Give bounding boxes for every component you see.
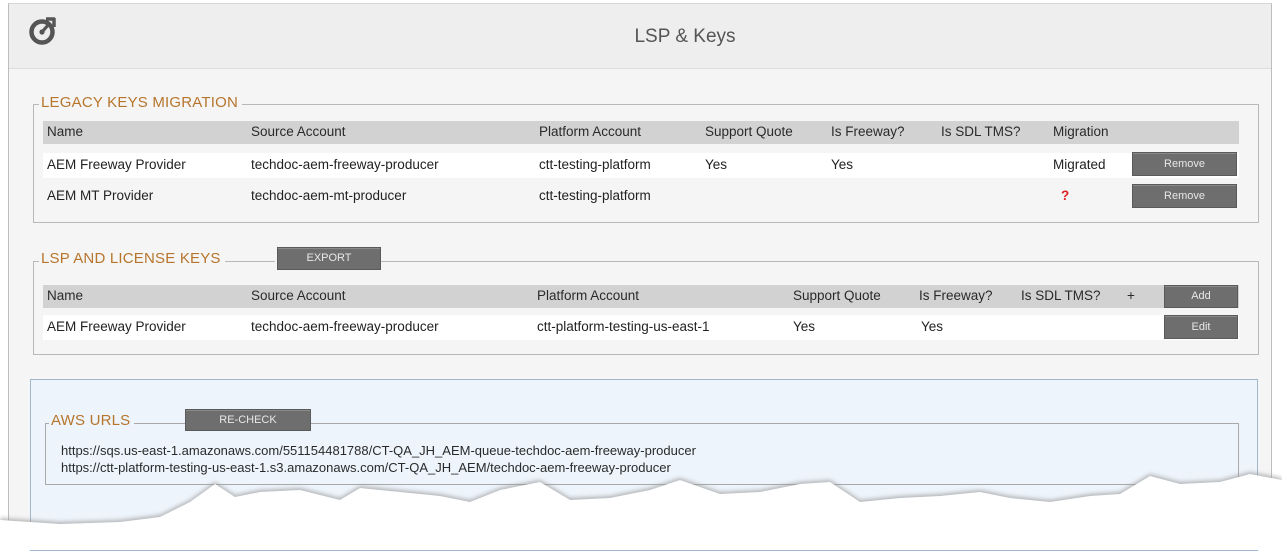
row-freeway: Yes xyxy=(831,157,854,172)
col-is-sdl-tms: Is SDL TMS? xyxy=(1021,288,1101,303)
page-header: LSP & Keys xyxy=(9,4,1271,69)
remove-button[interactable]: Remove xyxy=(1132,184,1237,208)
col-source-account: Source Account xyxy=(251,124,346,139)
row-platform: ctt-testing-platform xyxy=(539,157,651,172)
col-name: Name xyxy=(47,124,84,139)
table-row: AEM MT Provider techdoc-aem-mt-producer … xyxy=(43,184,1239,209)
remove-button[interactable]: Remove xyxy=(1132,152,1237,176)
table-row: AEM Freeway Provider techdoc-aem-freeway… xyxy=(43,153,1239,178)
col-support-quote: Support Quote xyxy=(793,288,881,303)
col-platform-account: Platform Account xyxy=(539,124,642,139)
row-source: techdoc-aem-freeway-producer xyxy=(251,319,439,334)
col-name: Name xyxy=(47,288,84,303)
row-name: AEM Freeway Provider xyxy=(47,319,186,334)
row-platform: ctt-testing-platform xyxy=(539,188,651,203)
row-source: techdoc-aem-mt-producer xyxy=(251,188,407,203)
edit-button[interactable]: Edit xyxy=(1164,315,1238,339)
torn-edge-decoration xyxy=(0,472,1282,550)
export-button[interactable]: EXPORT xyxy=(277,247,381,270)
sqs-url: https://sqs.us-east-1.amazonaws.com/5511… xyxy=(61,443,696,458)
add-button[interactable]: Add xyxy=(1164,285,1238,308)
col-platform-account: Platform Account xyxy=(537,288,640,303)
row-migration-status: Migrated xyxy=(1053,157,1106,172)
row-support: Yes xyxy=(705,157,728,172)
col-support-quote: Support Quote xyxy=(705,124,793,139)
row-name: AEM MT Provider xyxy=(47,188,154,203)
col-migration: Migration xyxy=(1053,124,1109,139)
row-name: AEM Freeway Provider xyxy=(47,157,186,172)
row-source: techdoc-aem-freeway-producer xyxy=(251,157,439,172)
legacy-keys-legend: LEGACY KEYS MIGRATION xyxy=(39,94,243,111)
add-plus-sign: + xyxy=(1127,288,1135,303)
legacy-table-header: Name Source Account Platform Account Sup… xyxy=(43,121,1239,144)
row-support: Yes xyxy=(793,319,816,334)
col-is-freeway: Is Freeway? xyxy=(831,124,905,139)
col-is-freeway: Is Freeway? xyxy=(919,288,993,303)
col-is-sdl-tms: Is SDL TMS? xyxy=(941,124,1021,139)
lsp-keys-border xyxy=(33,261,1259,355)
row-freeway: Yes xyxy=(921,319,944,334)
lsp-table-header: Name Source Account Platform Account Sup… xyxy=(43,285,1239,308)
page-title: LSP & Keys xyxy=(634,26,736,47)
col-source-account: Source Account xyxy=(251,288,346,303)
migration-unknown-icon: ? xyxy=(1061,188,1070,203)
aws-urls-legend: AWS URLS xyxy=(49,412,135,429)
table-row: AEM Freeway Provider techdoc-aem-freeway… xyxy=(43,315,1239,340)
row-platform: ctt-platform-testing-us-east-1 xyxy=(537,319,710,334)
recheck-button[interactable]: RE-CHECK xyxy=(185,409,311,431)
lsp-keys-legend: LSP AND LICENSE KEYS xyxy=(39,250,225,267)
